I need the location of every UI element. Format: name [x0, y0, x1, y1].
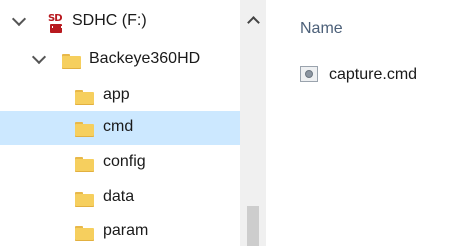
- navigation-pane: SD SDHC (F:) Backeye360HD app cmd config…: [0, 0, 240, 246]
- folder-icon: [75, 90, 94, 105]
- file-list-pane: Name capture.cmd: [266, 0, 455, 246]
- tree-item-label: cmd: [103, 118, 134, 135]
- folder-icon: [62, 54, 81, 69]
- folder-icon: [75, 157, 94, 172]
- tree-item-label: param: [103, 222, 149, 239]
- sd-card-icon: SD: [47, 13, 65, 33]
- file-item[interactable]: capture.cmd: [300, 64, 450, 88]
- folder-icon: [75, 192, 94, 207]
- chevron-down-icon[interactable]: [31, 49, 47, 65]
- scrollbar-thumb[interactable]: [247, 206, 259, 246]
- scroll-up-arrow-icon[interactable]: [247, 16, 260, 29]
- tree-item-config[interactable]: config: [0, 146, 240, 180]
- tree-item-label: config: [103, 153, 146, 170]
- tree-item-label: data: [103, 188, 135, 205]
- folder-icon: [75, 122, 94, 137]
- system-file-icon: [300, 66, 318, 82]
- vertical-scrollbar[interactable]: [240, 0, 266, 246]
- tree-item-cmd[interactable]: cmd: [0, 111, 240, 145]
- chevron-down-icon[interactable]: [11, 11, 27, 27]
- file-name: capture.cmd: [329, 66, 418, 83]
- folder-icon: [75, 226, 94, 241]
- column-header-name[interactable]: Name: [300, 20, 343, 38]
- tree-item-label: app: [103, 86, 130, 103]
- tree-item-app[interactable]: app: [0, 79, 240, 113]
- tree-item-label: SDHC (F:): [72, 12, 147, 29]
- tree-item-label: Backeye360HD: [89, 50, 201, 67]
- tree-item-backeye360hd[interactable]: Backeye360HD: [0, 43, 240, 77]
- tree-item-drive[interactable]: SD SDHC (F:): [0, 5, 240, 39]
- tree-item-data[interactable]: data: [0, 181, 240, 215]
- tree-item-param[interactable]: param: [0, 215, 240, 249]
